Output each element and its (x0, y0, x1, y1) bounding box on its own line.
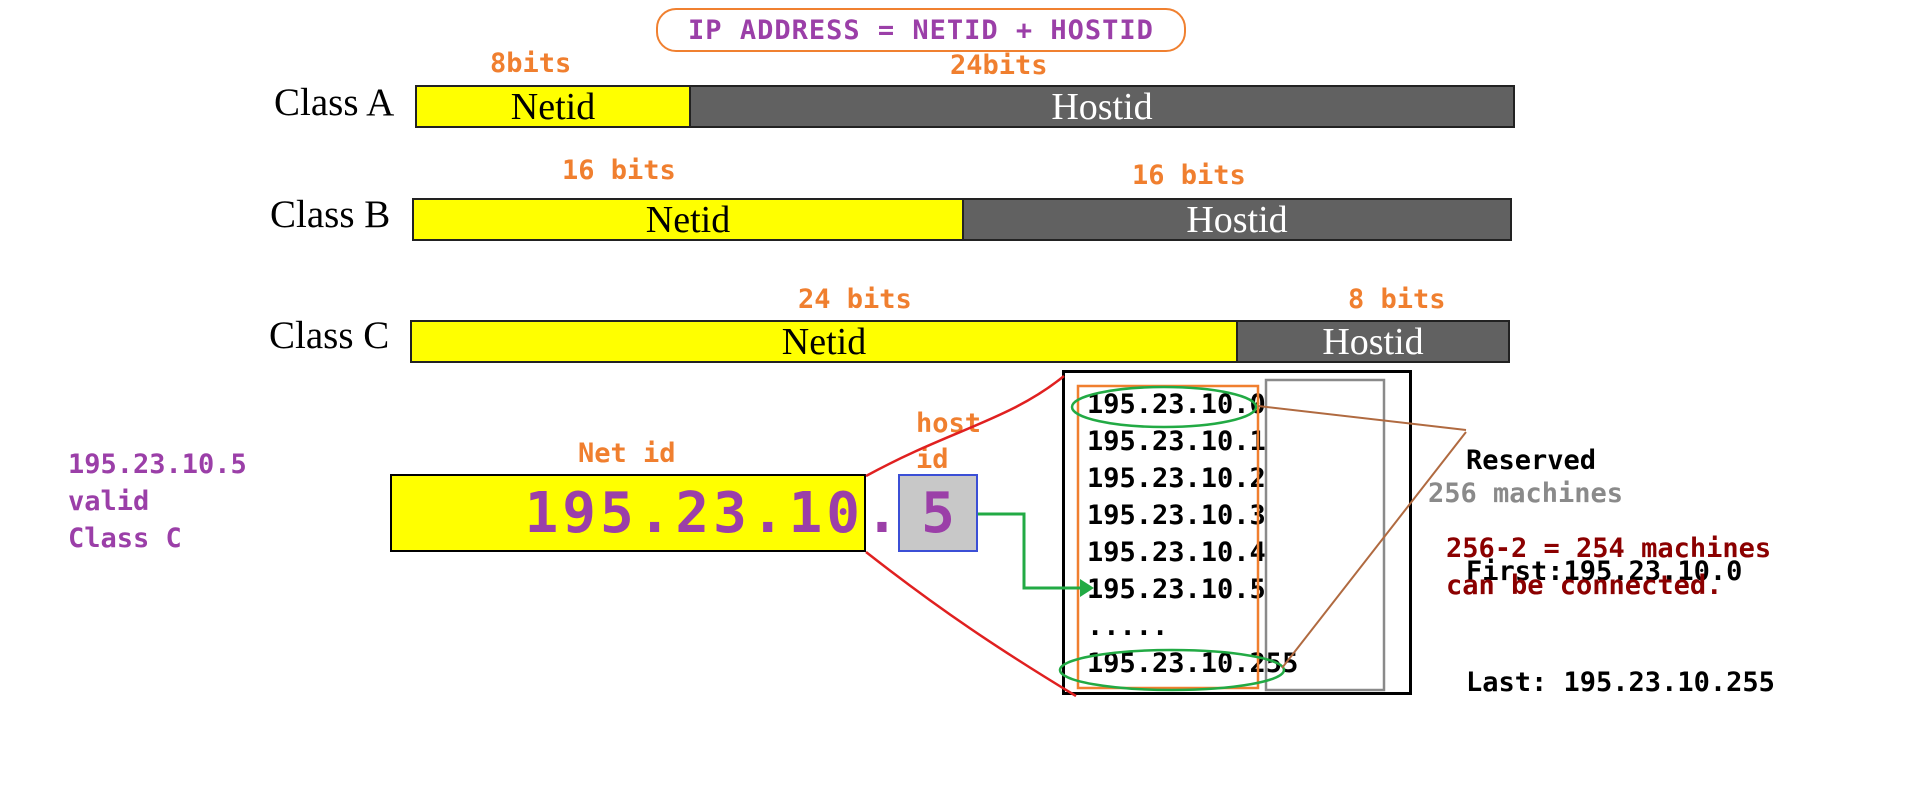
class-c-hostid: Hostid (1238, 321, 1508, 363)
address-row: 195.23.10.2 (1087, 463, 1266, 494)
example-net-part: 195.23.10 (390, 474, 866, 552)
example-note-class: Class C (68, 523, 182, 554)
class-b-hostid: Hostid (964, 199, 1510, 241)
class-b-net-bits: 16 bits (562, 155, 676, 186)
address-row-ellipsis: ..... (1087, 611, 1169, 642)
class-b-host-bits: 16 bits (1132, 160, 1246, 191)
address-row: 195.23.10.5 (1087, 574, 1266, 605)
reserved-last: Last: 195.23.10.255 (1466, 667, 1775, 698)
example-note-valid: valid (68, 486, 150, 517)
example-note: 195.23.10.5 valid Class C (68, 446, 247, 557)
class-b-netid: Netid (414, 199, 964, 241)
class-c-label: Class C (269, 314, 390, 357)
address-row: 195.23.10.255 (1087, 648, 1299, 679)
class-c-host-bits: 8 bits (1348, 284, 1446, 315)
class-c-bar: Netid Hostid (410, 320, 1510, 363)
example-dot: . (865, 480, 899, 546)
host-id-label-line2: id (916, 444, 949, 475)
class-a-netid: Netid (417, 86, 691, 128)
address-row: 195.23.10.4 (1087, 537, 1266, 568)
address-row: 195.23.10.0 (1087, 389, 1266, 420)
connectable-line1: 256-2 = 254 machines (1446, 533, 1772, 564)
address-row: 195.23.10.1 (1087, 426, 1266, 457)
class-a-net-bits: 8bits (490, 48, 572, 79)
class-b-bar: Netid Hostid (412, 198, 1512, 241)
class-a-hostid: Hostid (691, 86, 1513, 128)
reserved-heading: Reserved (1466, 445, 1597, 476)
class-b-label: Class B (270, 193, 391, 236)
class-a-host-bits: 24bits (950, 50, 1048, 81)
class-c-net-bits: 24 bits (798, 284, 912, 315)
connectable-line2: can be connected. (1446, 570, 1723, 601)
example-host-part: 5 (898, 474, 978, 552)
diagram-title: IP ADDRESS = NETID + HOSTID (656, 8, 1186, 52)
connectable-note: 256-2 = 254 machines can be connected. (1446, 530, 1771, 604)
example-note-address: 195.23.10.5 (68, 449, 247, 480)
class-a-label: Class A (274, 81, 395, 124)
class-c-netid: Netid (412, 321, 1238, 363)
class-a-bar: Netid Hostid (415, 85, 1515, 128)
host-id-label-line1: host (916, 408, 982, 439)
address-list-box: 195.23.10.0 195.23.10.1 195.23.10.2 195.… (1062, 370, 1412, 695)
machines-total: 256 machines (1428, 478, 1624, 509)
address-row: 195.23.10.3 (1087, 500, 1266, 531)
zoom-line-bottom (865, 551, 1077, 698)
net-id-label: Net id (578, 438, 676, 469)
